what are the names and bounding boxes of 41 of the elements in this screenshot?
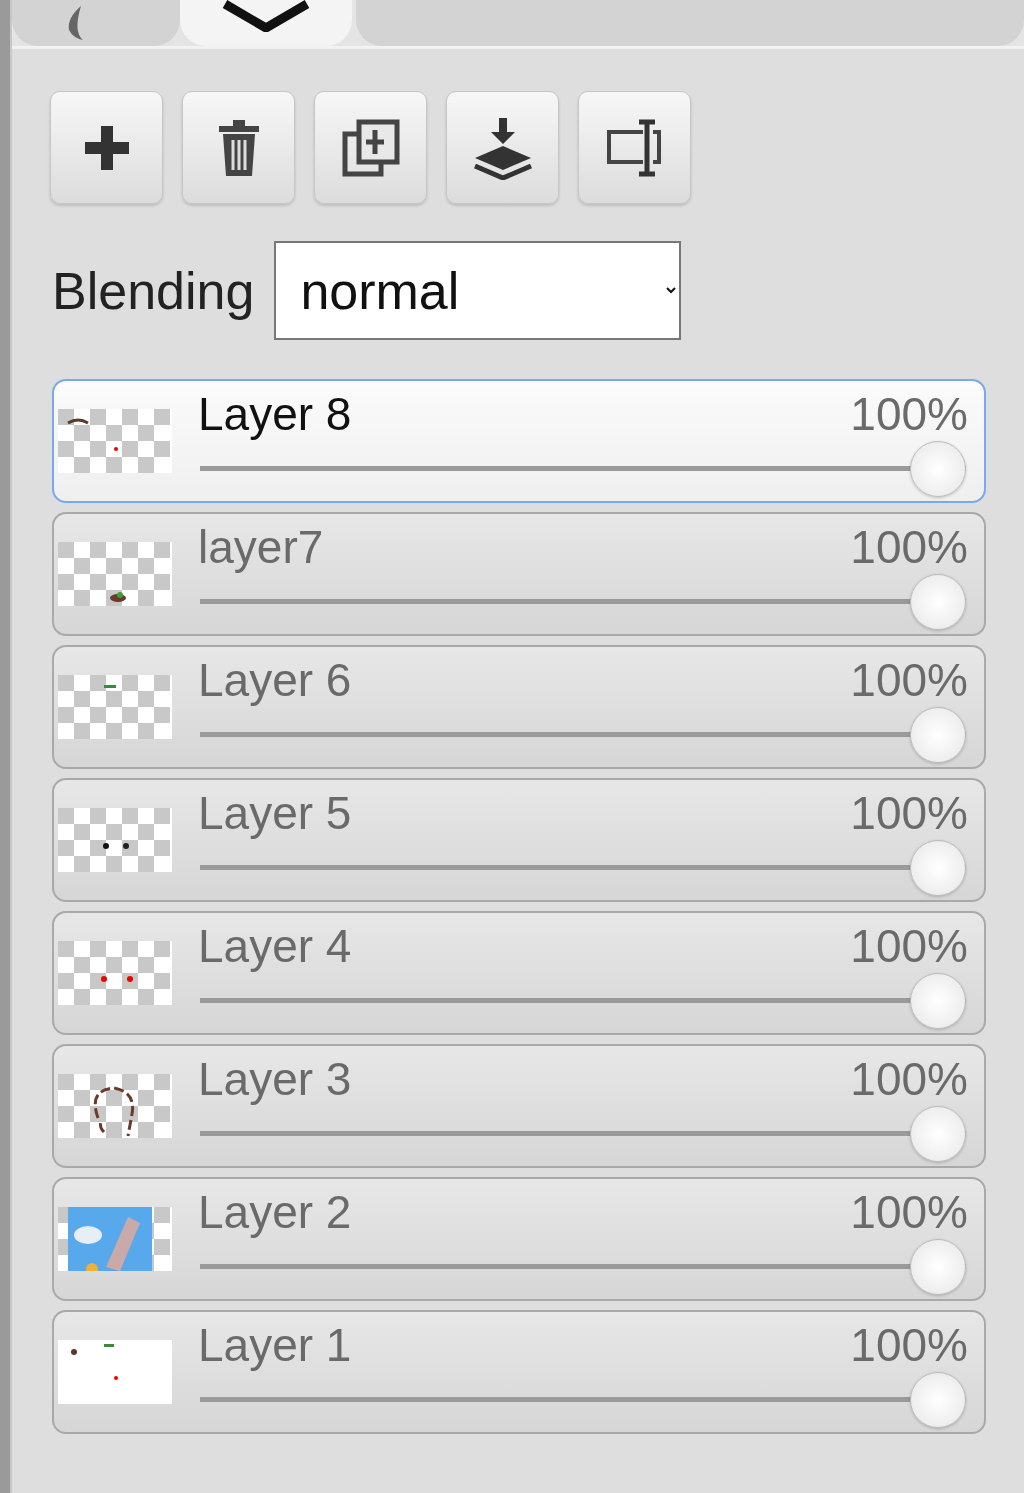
opacity-value: 100% (850, 1052, 968, 1106)
layer-row[interactable]: Layer 8 100% (52, 379, 986, 503)
slider-thumb[interactable] (910, 441, 966, 497)
merge-layer-button[interactable] (446, 91, 559, 204)
slider-thumb[interactable] (910, 574, 966, 630)
layer-name: Layer 5 (198, 786, 352, 840)
opacity-value: 100% (850, 919, 968, 973)
layer-name: Layer 3 (198, 1052, 352, 1106)
layer-row[interactable]: Layer 5 100% (52, 778, 986, 902)
layer-row[interactable]: Layer 6 100% (52, 645, 986, 769)
slider-thumb[interactable] (910, 707, 966, 763)
layer-name: Layer 6 (198, 653, 352, 707)
layer-row[interactable]: layer7 100% (52, 512, 986, 636)
opacity-value: 100% (850, 1318, 968, 1372)
layer-name: Layer 8 (198, 387, 352, 441)
opacity-value: 100% (850, 387, 968, 441)
layer-row[interactable]: Layer 4 100% (52, 911, 986, 1035)
panel-tab[interactable] (180, 0, 352, 46)
slider-thumb[interactable] (910, 840, 966, 896)
opacity-value: 100% (850, 520, 968, 574)
add-layer-button[interactable] (50, 91, 163, 204)
opacity-value: 100% (850, 1185, 968, 1239)
slider-thumb[interactable] (910, 973, 966, 1029)
rename-layer-button[interactable] (578, 91, 691, 204)
slider-thumb[interactable] (910, 1106, 966, 1162)
layer-name: Layer 1 (198, 1318, 352, 1372)
blending-label: Blending (52, 260, 255, 321)
duplicate-layer-button[interactable] (314, 91, 427, 204)
layer-name: Layer 4 (198, 919, 352, 973)
layer-name: layer7 (198, 520, 324, 574)
layer-row[interactable]: Layer 3 100% (52, 1044, 986, 1168)
layers-icon (221, 0, 311, 32)
blending-select[interactable]: normal (274, 241, 682, 340)
layer-row[interactable]: Layer 2 100% (52, 1177, 986, 1301)
slider-thumb[interactable] (910, 1239, 966, 1295)
slider-thumb[interactable] (910, 1372, 966, 1428)
layer-row[interactable]: Layer 1 100% (52, 1310, 986, 1434)
opacity-value: 100% (850, 786, 968, 840)
opacity-value: 100% (850, 653, 968, 707)
layer-name: Layer 2 (198, 1185, 352, 1239)
delete-layer-button[interactable] (182, 91, 295, 204)
